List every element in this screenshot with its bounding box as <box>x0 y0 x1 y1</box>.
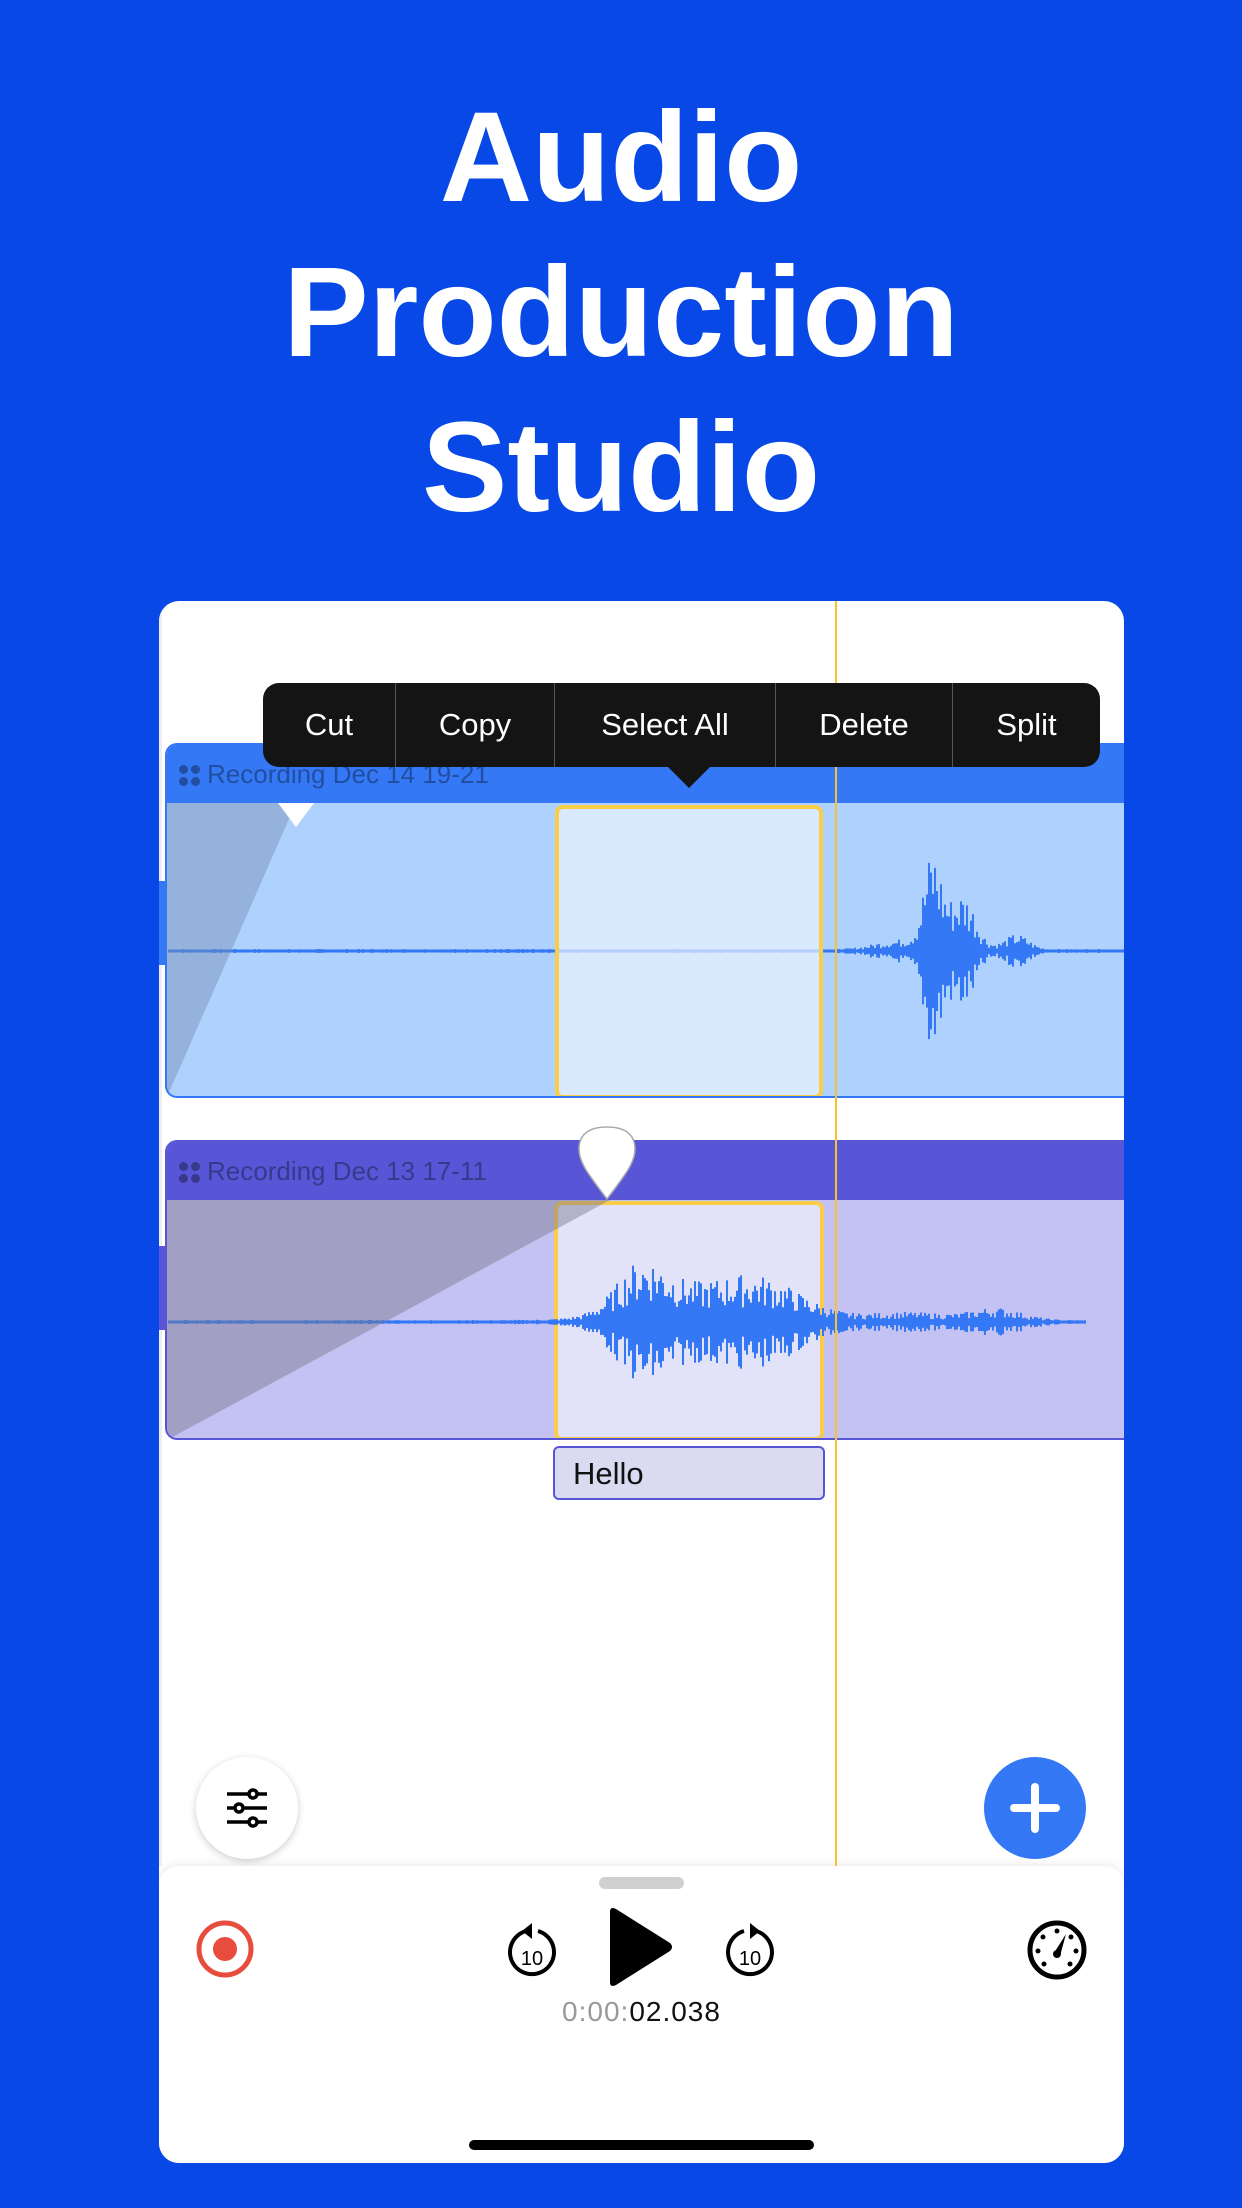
svg-text:10: 10 <box>521 1948 543 1970</box>
menu-select-all[interactable]: Select All <box>555 683 776 767</box>
app-screen: Cut Copy Select All Delete Split Recordi… <box>159 601 1124 2163</box>
menu-cut[interactable]: Cut <box>263 683 396 767</box>
play-icon[interactable] <box>606 1906 676 1988</box>
menu-pointer <box>667 766 711 788</box>
headline: Audio Production Studio <box>0 80 1242 545</box>
mixer-button[interactable] <box>196 1757 298 1859</box>
menu-copy[interactable]: Copy <box>396 683 555 767</box>
time-seconds: 02.038 <box>629 1996 721 2027</box>
plus-icon <box>1010 1783 1060 1833</box>
fade-handle-icon[interactable] <box>577 1125 637 1201</box>
rewind-10-icon[interactable]: 10 <box>504 1921 560 1981</box>
time-hours-minutes: 0:00: <box>562 1996 630 2027</box>
forward-10-icon[interactable]: 10 <box>722 1921 778 1981</box>
region-label[interactable]: Hello <box>553 1446 825 1500</box>
sliders-icon <box>227 1788 267 1828</box>
playhead[interactable] <box>835 601 837 1866</box>
headline-line: Audio <box>439 86 803 229</box>
selection-range[interactable] <box>555 805 823 1096</box>
headline-line: Production <box>283 241 959 384</box>
transport-sheet: 10 10 0:00:02.038 <box>159 1866 1124 2163</box>
headline-line: Studio <box>421 396 821 539</box>
sheet-grabber[interactable] <box>599 1877 684 1889</box>
context-menu: Cut Copy Select All Delete Split <box>263 683 1100 767</box>
home-indicator <box>469 2140 814 2150</box>
fade-in-overlay <box>167 1200 610 1438</box>
speedometer-icon[interactable] <box>1026 1919 1088 1981</box>
track-1[interactable]: Recording Dec 14 19-21 <box>165 743 1124 1098</box>
time-readout: 0:00:02.038 <box>159 1996 1124 2028</box>
track-2[interactable]: Recording Dec 13 17-11 <box>165 1140 1124 1440</box>
svg-text:10: 10 <box>739 1948 761 1970</box>
record-icon[interactable] <box>195 1919 255 1979</box>
timeline-edge <box>159 601 162 1866</box>
add-track-button[interactable] <box>984 1757 1086 1859</box>
menu-delete[interactable]: Delete <box>776 683 953 767</box>
menu-split[interactable]: Split <box>953 683 1100 767</box>
